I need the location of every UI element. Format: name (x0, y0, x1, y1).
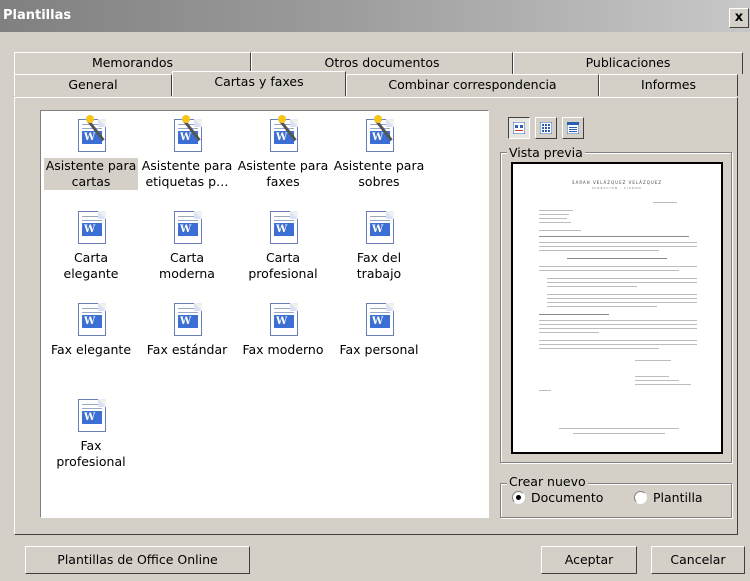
template-fax-personal[interactable]: W Fax personal (331, 299, 427, 358)
template-asistente-etiquetas[interactable]: W Asistente para etiquetas p… (139, 115, 235, 190)
radio-plantilla-label: Plantilla (653, 490, 703, 505)
template-label-line1: Asistente para (237, 158, 329, 173)
close-button[interactable]: x (729, 8, 749, 28)
office-online-button[interactable]: Plantillas de Office Online (25, 546, 250, 574)
details-view-icon (567, 122, 579, 134)
list-view-button[interactable] (535, 117, 557, 139)
tab-label: Combinar correspondencia (388, 77, 557, 92)
template-asistente-sobres[interactable]: W Asistente para sobres (331, 115, 427, 190)
template-label-line2: faxes (266, 174, 300, 189)
template-label-line1: Asistente para (45, 158, 137, 173)
word-document-icon: W (266, 207, 300, 245)
create-new-legend: Crear nuevo (507, 474, 588, 489)
template-label-line2: cartas (71, 174, 111, 189)
template-label-line2: trabajo (356, 266, 402, 281)
template-label-line2: profesional (56, 454, 126, 469)
window-title: Plantillas (3, 8, 72, 23)
template-list[interactable]: W Asistente para cartas W Asistente para e… (40, 110, 489, 518)
button-label: Aceptar (564, 552, 614, 567)
preview-image: SARAH VELÁZQUEZ VELÁZQUEZ DIRECCIÓN · CI… (511, 162, 723, 454)
list-view-icon (540, 122, 552, 134)
template-label-line2: profesional (248, 266, 318, 281)
template-label-line1: Fax personal (339, 342, 419, 357)
template-fax-moderno[interactable]: W Fax moderno (235, 299, 331, 358)
preview-header-line1: SARAH VELÁZQUEZ VELÁZQUEZ (571, 180, 663, 185)
title-bar: Plantillas x (0, 0, 750, 32)
template-asistente-cartas[interactable]: W Asistente para cartas (43, 115, 139, 190)
template-label-line1: Fax elegante (50, 342, 132, 357)
large-icons-view-button[interactable] (508, 117, 530, 139)
template-label-line1: Fax (80, 438, 102, 453)
cancel-button[interactable]: Cancelar (651, 546, 745, 574)
template-carta-profesional[interactable]: W Carta profesional (235, 207, 331, 282)
tab-label: Otros documentos (324, 55, 440, 70)
radio-plantilla[interactable] (634, 491, 647, 504)
template-carta-elegante[interactable]: W Carta elegante (43, 207, 139, 282)
details-view-button[interactable] (562, 117, 584, 139)
word-document-icon: W (362, 299, 396, 337)
template-label-line1: Fax del (356, 250, 402, 265)
tab-combinar-correspondencia[interactable]: Combinar correspondencia (346, 74, 599, 96)
tab-informes[interactable]: Informes (599, 74, 738, 96)
word-document-icon: W (266, 299, 300, 337)
template-fax-estandar[interactable]: W Fax estándar (139, 299, 235, 358)
tab-label: General (68, 77, 118, 92)
template-label-line1: Carta (73, 250, 109, 265)
template-fax-elegante[interactable]: W Fax elegante (43, 299, 139, 358)
tab-general[interactable]: General (14, 74, 172, 96)
word-document-icon: W (170, 207, 204, 245)
preview-legend: Vista previa (507, 145, 585, 160)
close-icon: x (734, 10, 744, 25)
word-document-icon: W (170, 299, 204, 337)
large-icons-view-icon (513, 122, 525, 134)
word-document-icon: W (74, 207, 108, 245)
template-carta-moderna[interactable]: W Carta moderna (139, 207, 235, 282)
template-label-line1: Fax estándar (146, 342, 228, 357)
template-label-line1: Asistente para (141, 158, 233, 173)
radio-selected-dot (516, 495, 521, 500)
wizard-document-icon: W (266, 115, 300, 153)
template-label-line1: Carta (265, 250, 301, 265)
word-document-icon: W (362, 207, 396, 245)
wizard-document-icon: W (170, 115, 204, 153)
template-label-line1: Asistente para (333, 158, 425, 173)
radio-documento[interactable] (512, 491, 525, 504)
tab-label: Informes (641, 77, 696, 92)
tab-label: Cartas y faxes (214, 74, 304, 89)
tab-label: Publicaciones (585, 55, 671, 70)
accept-button[interactable]: Aceptar (541, 546, 637, 574)
preview-header-line2: DIRECCIÓN · CIUDAD (592, 186, 642, 190)
template-fax-profesional[interactable]: W Fax profesional (43, 395, 139, 470)
template-label-line2: etiquetas p… (145, 174, 229, 189)
template-label-line1: Carta (169, 250, 205, 265)
template-label-line2: elegante (63, 266, 119, 281)
template-label-line2: moderna (159, 266, 215, 281)
button-label: Cancelar (670, 552, 726, 567)
template-label-line2: sobres (358, 174, 400, 189)
template-asistente-faxes[interactable]: W Asistente para faxes (235, 115, 331, 190)
wizard-document-icon: W (74, 115, 108, 153)
template-label-line1: Fax moderno (242, 342, 324, 357)
template-fax-del-trabajo[interactable]: W Fax del trabajo (331, 207, 427, 282)
tab-cartas-y-faxes[interactable]: Cartas y faxes (172, 71, 346, 96)
tab-publicaciones[interactable]: Publicaciones (513, 52, 743, 74)
button-label: Plantillas de Office Online (57, 552, 218, 567)
word-document-icon: W (74, 395, 108, 433)
radio-documento-label: Documento (531, 490, 604, 505)
word-document-icon: W (74, 299, 108, 337)
tab-label: Memorandos (91, 55, 174, 70)
wizard-document-icon: W (362, 115, 396, 153)
